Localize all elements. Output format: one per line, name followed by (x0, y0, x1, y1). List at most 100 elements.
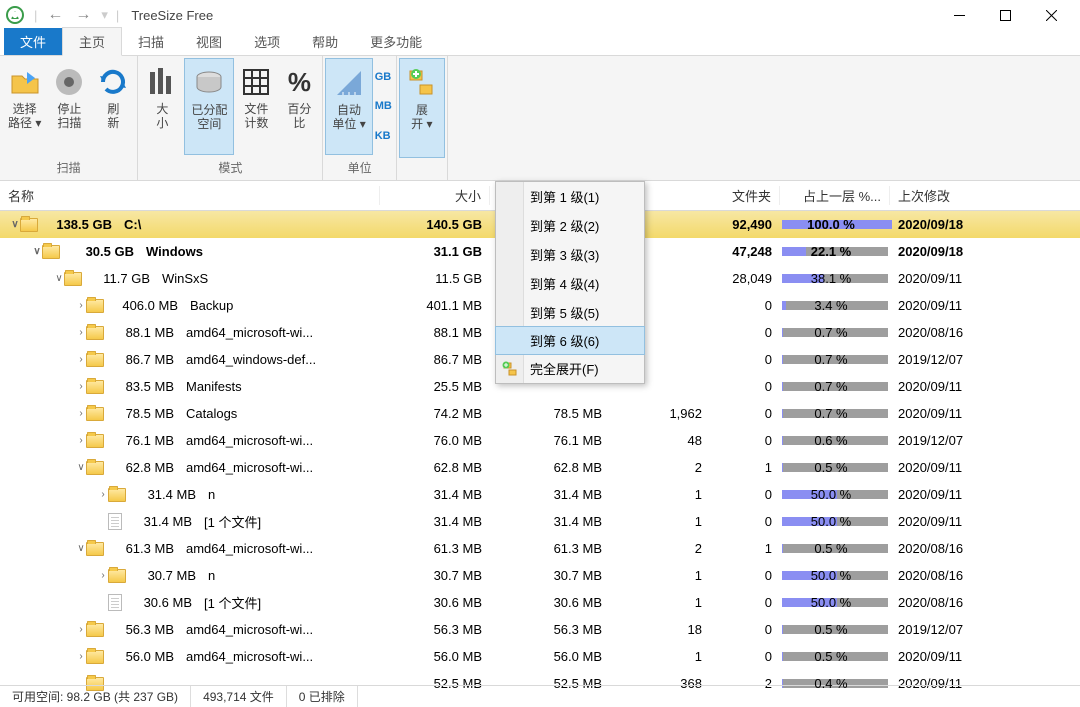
expand-toggle[interactable]: › (94, 489, 108, 500)
header-percent[interactable]: 占上一层 %... (780, 186, 890, 205)
expand-toggle[interactable]: › (72, 651, 86, 662)
tree-row[interactable]: ›56.3 MBamd64_microsoft-wi...56.3 MB56.3… (0, 616, 1080, 643)
select-path-button[interactable]: 选择 路径 ▾ (2, 58, 47, 155)
row-date: 2020/09/11 (890, 406, 1020, 421)
tree-row[interactable]: ∨62.8 MBamd64_microsoft-wi...62.8 MB62.8… (0, 454, 1080, 481)
unit-mb[interactable]: MB (375, 100, 392, 112)
mode-allocated-button[interactable]: 已分配 空间 (184, 58, 234, 155)
row-size: 86.7 MB (380, 352, 490, 367)
menu-help[interactable]: 帮助 (296, 28, 354, 55)
expand-toggle[interactable]: › (94, 570, 108, 581)
expand-toggle[interactable]: ∨ (72, 543, 86, 554)
row-size-label: 30.7 MB (134, 568, 196, 583)
expand-toggle[interactable]: ∨ (50, 273, 64, 284)
row-size-label: 30.5 GB (68, 244, 134, 259)
tree-row[interactable]: ›30.7 MBn30.7 MB30.7 MB1050.0 %2020/08/1… (0, 562, 1080, 589)
menu-home[interactable]: 主页 (62, 27, 122, 56)
expand-level-2[interactable]: 到第 2 级(2) (496, 211, 644, 240)
row-size: 62.8 MB (380, 460, 490, 475)
row-percent: 100.0 % (780, 217, 890, 232)
row-name-label: n (208, 487, 215, 502)
folder-icon (20, 218, 38, 232)
unit-gb[interactable]: GB (375, 71, 392, 83)
status-excluded: 0 已排除 (287, 686, 358, 707)
expand-level-4[interactable]: 到第 4 级(4) (496, 269, 644, 298)
expand-toggle[interactable]: › (72, 327, 86, 338)
row-percent: 0.5 % (780, 541, 890, 556)
row-size: 31.4 MB (380, 487, 490, 502)
folder-icon (86, 380, 104, 394)
expand-toggle[interactable]: › (72, 408, 86, 419)
row-name-label: amd64_microsoft-wi... (186, 325, 313, 340)
expand-tree-icon (406, 67, 438, 99)
folder-icon (86, 434, 104, 448)
folder-icon (86, 542, 104, 556)
row-folders: 0 (710, 325, 780, 340)
row-size-label: 56.3 MB (112, 622, 174, 637)
menu-scan[interactable]: 扫描 (122, 28, 180, 55)
folder-icon (86, 326, 104, 340)
stop-scan-button[interactable]: 停止 扫描 (47, 58, 91, 155)
expand-toggle[interactable]: ∨ (28, 246, 42, 257)
expand-toggle[interactable]: ∨ (6, 219, 20, 230)
divider: | (30, 8, 41, 23)
header-size[interactable]: 大小 (380, 186, 490, 205)
file-icon (108, 513, 122, 530)
bars-icon (146, 66, 178, 98)
row-size: 140.5 GB (380, 217, 490, 232)
unit-kb[interactable]: KB (375, 130, 392, 142)
expand-toggle[interactable]: › (72, 435, 86, 446)
maximize-button[interactable] (982, 0, 1028, 30)
qa-dropdown[interactable]: ▾ (97, 7, 112, 23)
expand-toggle[interactable]: › (72, 354, 86, 365)
expand-toggle[interactable]: › (72, 624, 86, 635)
mode-percent-button[interactable]: % 百分 比 (278, 58, 320, 155)
tree-row[interactable]: ∨61.3 MBamd64_microsoft-wi...61.3 MB61.3… (0, 535, 1080, 562)
menu-more[interactable]: 更多功能 (354, 28, 438, 55)
header-folders[interactable]: 文件夹 (710, 186, 780, 205)
expand-toggle[interactable]: › (72, 300, 86, 311)
expand-level-3[interactable]: 到第 3 级(3) (496, 240, 644, 269)
row-alloc: 62.8 MB (490, 460, 610, 475)
minimize-button[interactable] (936, 0, 982, 30)
row-folders: 0 (710, 406, 780, 421)
folder-icon (86, 353, 104, 367)
divider: | (112, 8, 123, 23)
row-size: 31.1 GB (380, 244, 490, 259)
forward-button[interactable]: → (69, 6, 97, 24)
row-files: 2 (610, 541, 710, 556)
expand-level-6[interactable]: 到第 6 级(6) (495, 326, 645, 355)
menu-file[interactable]: 文件 (4, 28, 62, 55)
expand-level-5[interactable]: 到第 5 级(5) (496, 298, 644, 327)
row-size: 401.1 MB (380, 298, 490, 313)
row-percent: 50.0 % (780, 568, 890, 583)
tree-row[interactable]: ›78.5 MBCatalogs74.2 MB78.5 MB1,96200.7 … (0, 400, 1080, 427)
tree-row[interactable]: 30.6 MB[1 个文件]30.6 MB30.6 MB1050.0 %2020… (0, 589, 1080, 616)
folder-icon (86, 461, 104, 475)
expand-level-1[interactable]: 到第 1 级(1) (496, 182, 644, 211)
tree-row[interactable]: 31.4 MB[1 个文件]31.4 MB31.4 MB1050.0 %2020… (0, 508, 1080, 535)
expand-button[interactable]: 展 开 ▾ (399, 58, 445, 158)
header-name[interactable]: 名称 (0, 186, 380, 205)
close-button[interactable] (1028, 0, 1074, 30)
back-button[interactable]: ← (41, 6, 69, 24)
mode-size-button[interactable]: 大 小 (140, 58, 184, 155)
folder-icon (86, 623, 104, 637)
expand-toggle[interactable]: ∨ (72, 462, 86, 473)
auto-unit-button[interactable]: 自动 单位 ▾ (325, 58, 372, 155)
menu-options[interactable]: 选项 (238, 28, 296, 55)
menu-view[interactable]: 视图 (180, 28, 238, 55)
header-date[interactable]: 上次修改 (890, 186, 1020, 205)
row-name-label: C:\ (124, 217, 141, 232)
expand-full[interactable]: 完全展开(F) (496, 354, 644, 383)
row-percent: 0.5 % (780, 649, 890, 664)
tree-row[interactable]: ›31.4 MBn31.4 MB31.4 MB1050.0 %2020/09/1… (0, 481, 1080, 508)
mode-filecount-button[interactable]: 文件 计数 (234, 58, 278, 155)
row-folders: 47,248 (710, 244, 780, 259)
row-folders: 0 (710, 649, 780, 664)
row-folders: 0 (710, 514, 780, 529)
tree-row[interactable]: ›76.1 MBamd64_microsoft-wi...76.0 MB76.1… (0, 427, 1080, 454)
tree-row[interactable]: ›56.0 MBamd64_microsoft-wi...56.0 MB56.0… (0, 643, 1080, 670)
expand-toggle[interactable]: › (72, 381, 86, 392)
refresh-button[interactable]: 刷 新 (91, 58, 135, 155)
